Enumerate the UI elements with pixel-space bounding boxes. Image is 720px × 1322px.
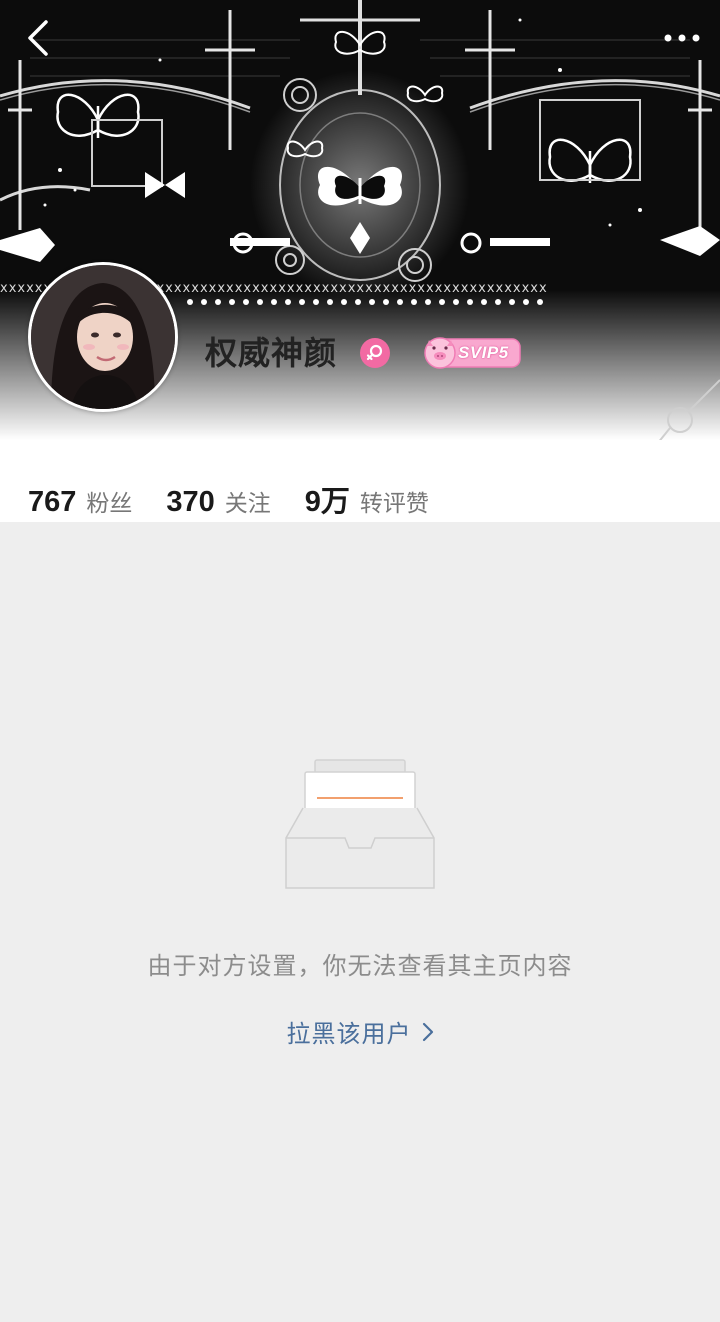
followers-label: 粉丝 xyxy=(86,491,133,517)
stat-interactions[interactable]: 9万 转评赞 xyxy=(305,478,429,520)
empty-inbox-icon xyxy=(283,758,437,894)
more-dots-icon xyxy=(664,34,700,42)
svip-badge[interactable]: SVIP5 xyxy=(422,334,522,372)
interactions-count: 9万 xyxy=(304,486,350,518)
private-notice: 由于对方设置，你无法查看其主页内容 xyxy=(147,952,573,980)
following-count: 370 xyxy=(166,486,215,518)
stats-bar: 767 粉丝 370 关注 9万 转评赞 xyxy=(28,478,463,522)
block-user-link[interactable]: 拉黑该用户 xyxy=(0,1014,720,1049)
female-icon xyxy=(366,344,383,361)
avatar[interactable] xyxy=(28,262,178,412)
more-button[interactable] xyxy=(658,14,706,62)
username: 权威神颜 xyxy=(205,334,338,372)
stat-followers[interactable]: 767 粉丝 xyxy=(28,484,132,519)
back-button[interactable] xyxy=(14,14,62,62)
chevron-right-icon xyxy=(422,1021,434,1043)
interactions-label: 转评赞 xyxy=(359,491,429,517)
stat-following[interactable]: 370 关注 xyxy=(166,484,270,519)
chevron-left-icon xyxy=(28,20,48,56)
followers-count: 767 xyxy=(28,486,77,518)
gender-badge xyxy=(360,338,390,368)
svip-label: SVIP5 xyxy=(458,343,509,362)
following-label: 关注 xyxy=(224,491,271,517)
block-user-label: 拉黑该用户 xyxy=(286,1020,412,1048)
profile-header: xxxxxxxxxxxxxxxxxxxxxxxxxxxxxxxxxxxxxxxx… xyxy=(0,0,720,522)
